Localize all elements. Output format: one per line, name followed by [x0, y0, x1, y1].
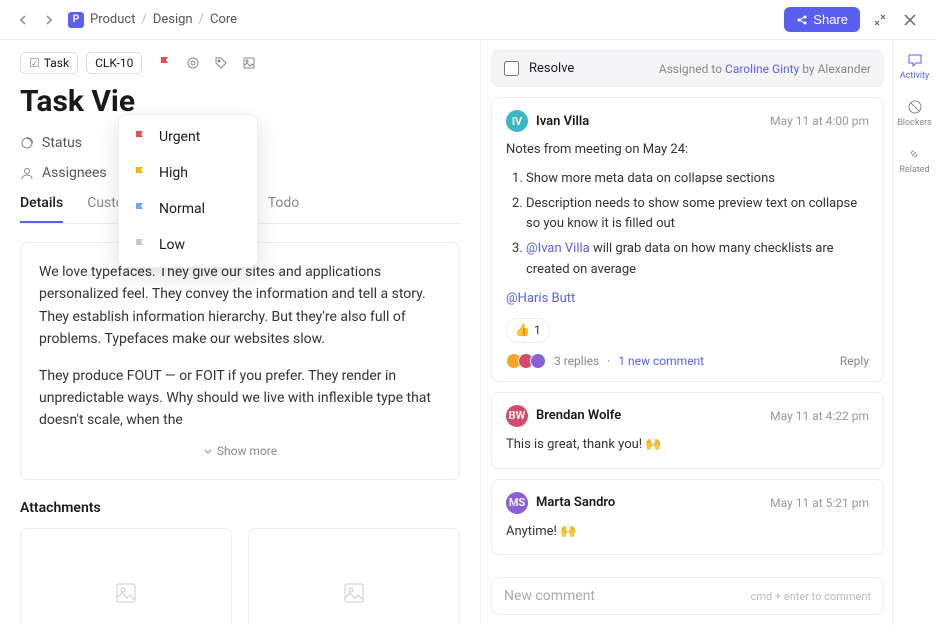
comment-body: Anytime! 🙌 [506, 522, 869, 543]
priority-low[interactable]: Low [119, 227, 257, 263]
comment: MS Marta Sandro May 11 at 5:21 pm Anytim… [491, 479, 884, 556]
task-id-label: CLK-10 [95, 56, 133, 70]
blocker-icon [907, 99, 923, 115]
breadcrumb-sep: / [199, 12, 204, 27]
breadcrumb-sep: / [141, 12, 146, 27]
image-icon [114, 581, 138, 605]
avatar: BW [506, 405, 528, 427]
rail-label: Blockers [897, 118, 932, 128]
attachment-placeholder[interactable] [20, 528, 232, 625]
flag-icon [133, 166, 147, 180]
rail-blockers[interactable]: Blockers [897, 99, 932, 128]
close-icon[interactable] [900, 10, 920, 30]
description-p1: We love typefaces. They give our sites a… [39, 261, 441, 351]
task-type-label: Task [44, 56, 69, 70]
reaction-count: 1 [534, 321, 541, 340]
attachments-title: Attachments [20, 500, 460, 516]
comment-time: May 11 at 5:21 pm [770, 496, 869, 510]
rail-related[interactable]: Related [899, 146, 929, 175]
nav-back[interactable] [16, 12, 32, 28]
priority-urgent[interactable]: Urgent [119, 119, 257, 155]
share-icon [796, 14, 808, 26]
rail-activity[interactable]: Activity [900, 52, 929, 81]
flag-icon[interactable] [158, 56, 172, 70]
reply-button[interactable]: Reply [840, 354, 869, 368]
description-box[interactable]: We love typefaces. They give our sites a… [20, 242, 460, 480]
avatar: IV [506, 110, 528, 132]
task-type-chip[interactable]: ☑ Task [20, 52, 78, 74]
replies-count[interactable]: 3 replies [554, 354, 599, 368]
comment-body: This is great, thank you! 🙌 [506, 435, 869, 456]
new-comment-placeholder: New comment [504, 588, 595, 604]
mention[interactable]: @Haris Butt [506, 291, 575, 306]
flag-icon [133, 202, 147, 216]
tab-details[interactable]: Details [20, 195, 63, 223]
check-icon: ☑ [29, 56, 40, 70]
list-item: Show more meta data on collapse sections [526, 169, 869, 190]
status-label: Status [42, 135, 82, 151]
assigned-text: Assigned to Caroline Ginty by Alexander [659, 62, 871, 76]
tab-todo[interactable]: Todo [268, 195, 300, 223]
status-icon [20, 136, 34, 150]
chat-icon [907, 52, 923, 68]
new-comment-indicator[interactable]: 1 new comment [618, 354, 704, 368]
flag-icon [133, 238, 147, 252]
mention[interactable]: @Ivan Villa [526, 241, 590, 256]
tag-icon[interactable] [214, 56, 228, 70]
comment: BW Brendan Wolfe May 11 at 4:22 pm This … [491, 392, 884, 469]
show-more-label: Show more [217, 442, 277, 461]
link-icon [906, 146, 922, 162]
image-icon[interactable] [242, 56, 256, 70]
image-icon [342, 581, 366, 605]
list-item: Description needs to show some preview t… [526, 194, 869, 236]
breadcrumb-item-product[interactable]: Product [90, 12, 135, 27]
share-label: Share [813, 12, 848, 27]
comment-time: May 11 at 4:00 pm [770, 114, 869, 128]
avatar: MS [506, 492, 528, 514]
priority-dropdown[interactable]: Urgent High Normal Low [118, 114, 258, 268]
list-item: @Ivan Villa will grab data on how many c… [526, 239, 869, 281]
breadcrumb[interactable]: P Product / Design / Core [68, 12, 237, 28]
nav-forward[interactable] [40, 12, 56, 28]
breadcrumb-badge: P [68, 12, 84, 28]
breadcrumb-item-core[interactable]: Core [210, 12, 237, 27]
new-comment-hint: cmd + enter to comment [751, 590, 871, 603]
resolve-label: Resolve [529, 61, 574, 76]
person-icon [20, 166, 34, 180]
description-p2: They produce FOUT — or FOIT if you prefe… [39, 365, 441, 432]
resolve-bar: Resolve Assigned to Caroline Ginty by Al… [491, 50, 884, 87]
show-more-button[interactable]: Show more [39, 442, 441, 461]
priority-label: Low [159, 237, 185, 253]
comment-author: Marta Sandro [536, 495, 615, 510]
priority-label: High [159, 165, 188, 181]
reply-avatars [506, 353, 546, 369]
new-comment-input[interactable]: New comment cmd + enter to comment [491, 577, 884, 615]
assignees-label: Assignees [42, 165, 107, 181]
task-id-chip[interactable]: CLK-10 [86, 52, 142, 74]
reaction[interactable]: 👍1 [506, 318, 550, 343]
chevron-down-icon [203, 446, 213, 456]
priority-label: Normal [159, 201, 205, 217]
attachment-placeholder[interactable] [248, 528, 460, 625]
resolve-checkbox[interactable] [504, 61, 519, 76]
assignee-link[interactable]: Caroline Ginty [725, 62, 799, 76]
comment: IV Ivan Villa May 11 at 4:00 pm Notes fr… [491, 97, 884, 382]
share-button[interactable]: Share [784, 7, 860, 32]
reaction-emoji: 👍 [515, 321, 530, 340]
priority-label: Urgent [159, 129, 200, 145]
breadcrumb-item-design[interactable]: Design [153, 12, 193, 27]
collapse-icon[interactable] [870, 10, 890, 30]
rail-label: Activity [900, 71, 929, 81]
target-icon[interactable] [186, 56, 200, 70]
comment-time: May 11 at 4:22 pm [770, 409, 869, 423]
rail-label: Related [899, 165, 929, 175]
priority-normal[interactable]: Normal [119, 191, 257, 227]
comment-author: Brendan Wolfe [536, 408, 621, 423]
comment-intro: Notes from meeting on May 24: [506, 140, 869, 161]
comment-author: Ivan Villa [536, 114, 589, 129]
flag-icon [133, 130, 147, 144]
priority-high[interactable]: High [119, 155, 257, 191]
